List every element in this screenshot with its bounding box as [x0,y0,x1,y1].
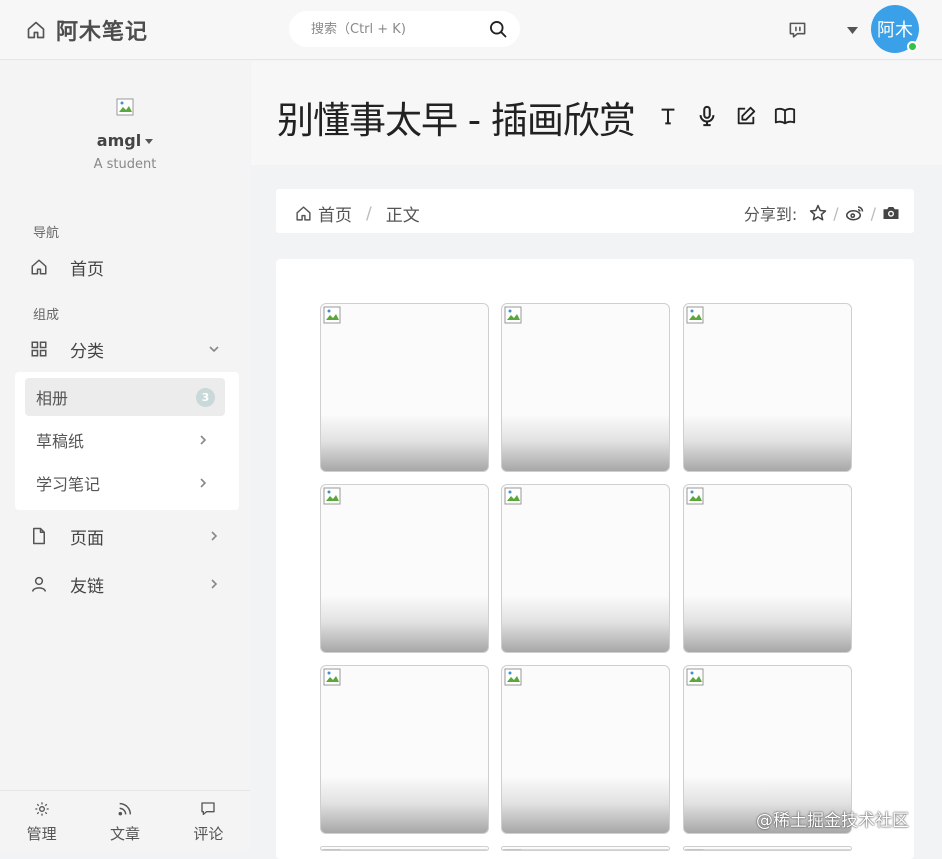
broken-image-icon [323,306,343,326]
broken-image-icon [504,487,524,507]
search-box[interactable] [289,11,520,47]
comments-label: 评论 [193,825,224,843]
gallery-image[interactable] [320,846,489,851]
gallery-image[interactable] [320,303,489,472]
rss-icon [117,801,133,817]
sidebar-item-label: 页面 [70,528,104,549]
app-title: 阿木笔记 [56,20,149,45]
home-icon [295,205,312,222]
grid-icon [30,340,48,358]
category-submenu: 相册 3 草稿纸 学习笔记 [15,372,239,510]
breadcrumb-bar: 首页 / 正文 分享到: / / [276,189,914,233]
profile-subtitle: A student [93,157,157,172]
sidebar-item-label: 分类 [70,341,104,362]
manage-button[interactable]: 管理 [0,791,83,851]
group-heading: 组成 [33,308,60,323]
sidebar-bottom-bar: 管理 文章 评论 [0,790,250,851]
comment-icon [200,801,216,817]
text-icon[interactable] [657,105,679,127]
message-icon[interactable] [788,21,807,40]
sidebar-item-label: 首页 [70,259,104,280]
chevron-down-icon [208,343,220,355]
gallery-image[interactable] [501,303,670,472]
submenu-item-drafts[interactable]: 草稿纸 [25,421,225,459]
edit-icon[interactable] [735,105,757,127]
gallery-image[interactable] [501,665,670,834]
articles-label: 文章 [109,825,140,843]
share-separator: / [870,203,876,223]
share-separator: / [833,203,839,223]
chevron-right-icon [208,578,220,590]
comments-button[interactable]: 评论 [167,791,250,851]
sidebar-item-home[interactable]: 首页 [0,245,250,289]
gear-icon [34,801,50,817]
profile-name-text: amgl [96,131,142,150]
submenu-item-label: 相册 [36,389,69,408]
sidebar-item-pages[interactable]: 页面 [0,514,250,558]
sidebar: amgl A student 导航 首页 组成 分类 相册 3 草稿纸 学习笔记 [0,61,250,851]
submenu-item-label: 草稿纸 [36,432,85,451]
weibo-icon[interactable] [845,204,865,222]
caret-down-icon[interactable] [847,27,858,34]
brand[interactable]: 阿木笔记 [26,14,148,46]
file-icon [30,527,48,545]
title-tools [657,105,796,127]
articles-button[interactable]: 文章 [83,791,166,851]
watermark: @稀土掘金技术社区 [756,811,909,831]
broken-image-icon [323,487,343,507]
chevron-right-icon [208,530,220,542]
gallery-image[interactable] [683,484,852,653]
caret-down-icon [145,139,154,144]
nav-heading: 导航 [33,226,60,241]
gallery-image[interactable] [320,665,489,834]
breadcrumb-separator: / [366,203,372,224]
sidebar-item-label: 友链 [70,576,104,597]
star-icon[interactable] [809,204,827,222]
broken-image-icon [323,668,343,688]
gallery-image[interactable] [683,303,852,472]
user-icon [30,575,48,593]
gallery-image[interactable] [501,484,670,653]
chevron-right-icon [197,477,209,489]
manage-label: 管理 [26,825,57,843]
submenu-item-study-notes[interactable]: 学习笔记 [25,464,225,502]
submenu-item-label: 学习笔记 [36,475,101,494]
mic-icon[interactable] [696,105,718,127]
sidebar-item-links[interactable]: 友链 [0,562,250,606]
broken-image-icon [116,98,136,118]
share-label: 分享到: [743,205,798,224]
submenu-item-album[interactable]: 相册 3 [25,378,225,416]
sidebar-item-category[interactable]: 分类 [0,327,250,371]
broken-image-icon [686,487,706,507]
camera-icon[interactable] [882,204,900,222]
top-bar: 阿木笔记 阿木 [0,0,942,60]
breadcrumb-home-link[interactable]: 首页 [318,201,352,226]
home-icon [30,258,48,276]
count-badge: 3 [196,388,215,407]
broken-image-icon [504,306,524,326]
gallery-image[interactable] [683,846,852,851]
search-icon[interactable] [488,19,508,39]
search-input[interactable] [309,20,488,38]
share-bar: 分享到: / / [744,201,900,225]
broken-image-icon [686,306,706,326]
gallery-image[interactable] [320,484,489,653]
chevron-right-icon [197,434,209,446]
breadcrumb: 首页 / 正文 [295,201,420,226]
profile-name[interactable]: amgl [0,131,250,150]
home-icon [26,20,46,40]
broken-image-icon [686,668,706,688]
broken-image-icon [504,668,524,688]
gallery-image[interactable] [501,846,670,851]
book-icon[interactable] [774,105,796,127]
online-status-dot [907,41,918,52]
page-title: 别懂事太早 - 插画欣赏 [277,99,636,142]
breadcrumb-current: 正文 [385,206,420,226]
